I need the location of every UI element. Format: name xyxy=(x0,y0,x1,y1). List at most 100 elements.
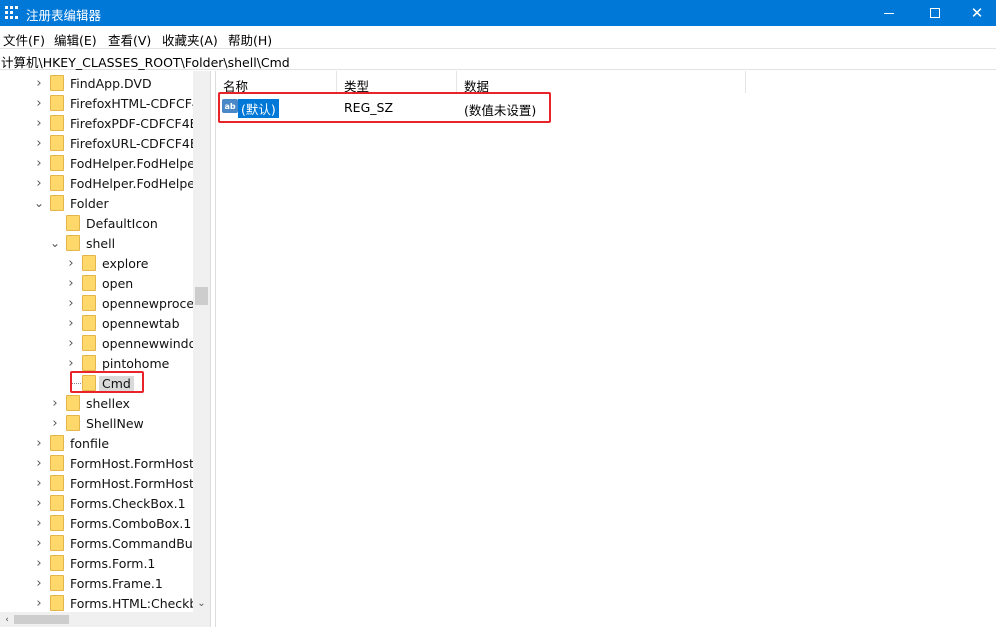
column-header-type[interactable]: 类型 xyxy=(337,71,457,94)
chevron-down-icon[interactable]: ⌄ xyxy=(34,193,44,213)
chevron-right-icon[interactable]: › xyxy=(34,553,44,573)
chevron-down-icon[interactable]: ⌄ xyxy=(50,233,60,253)
chevron-right-icon[interactable]: › xyxy=(34,133,44,153)
chevron-right-icon[interactable]: › xyxy=(34,73,44,93)
scroll-down-arrow-icon[interactable]: ⌄ xyxy=(193,595,210,612)
tree-item-label: pintohome xyxy=(102,356,170,371)
chevron-right-icon[interactable]: › xyxy=(34,533,44,553)
tree-item-label: DefaultIcon xyxy=(86,216,158,231)
scrollbar-thumb[interactable] xyxy=(195,287,208,305)
tree-item-label: Folder xyxy=(70,196,109,211)
chevron-right-icon[interactable]: › xyxy=(34,593,44,613)
tree-item-label: Forms.ComboBox.1 xyxy=(70,516,192,531)
tree-vertical-scrollbar[interactable]: ⌄ xyxy=(193,71,210,612)
chevron-right-icon[interactable]: › xyxy=(34,573,44,593)
tree-item[interactable]: › Forms.HTML:Checkbc xyxy=(0,593,204,613)
folder-icon xyxy=(50,595,64,611)
chevron-right-icon[interactable]: › xyxy=(34,153,44,173)
scroll-left-arrow-icon[interactable]: ‹ xyxy=(0,612,14,627)
chevron-right-icon[interactable]: › xyxy=(34,113,44,133)
menu-view[interactable]: 查看(V) xyxy=(108,30,151,49)
folder-icon xyxy=(82,315,96,331)
tree-item[interactable]: › pintohome xyxy=(0,353,193,373)
minimize-button[interactable] xyxy=(866,0,912,26)
tree-item[interactable]: ⌄ Folder xyxy=(0,193,193,213)
tree-item[interactable]: › Forms.CommandButt xyxy=(0,533,203,553)
tree-item-label: FormHost.FormHost.1 xyxy=(70,476,206,491)
chevron-right-icon[interactable]: › xyxy=(66,353,76,373)
tree-item[interactable]: › Forms.CheckBox.1 xyxy=(0,493,193,513)
address-bar[interactable]: 计算机\HKEY_CLASSES_ROOT\Folder\shell\Cmd xyxy=(0,48,996,70)
folder-icon xyxy=(50,575,64,591)
chevron-right-icon[interactable]: › xyxy=(34,453,44,473)
chevron-right-icon[interactable]: › xyxy=(34,513,44,533)
tree-item-label: opennewtab xyxy=(102,316,180,331)
maximize-icon xyxy=(930,8,940,18)
tree-item[interactable]: › Forms.Frame.1 xyxy=(0,573,193,593)
tree-item[interactable]: › FormHost.FormHost.1 xyxy=(0,473,206,493)
chevron-right-icon[interactable]: › xyxy=(66,313,76,333)
chevron-right-icon[interactable]: › xyxy=(34,473,44,493)
title-bar: 注册表编辑器 ✕ xyxy=(0,0,996,26)
folder-icon xyxy=(50,155,64,171)
tree-item[interactable]: › Forms.ComboBox.1 xyxy=(0,513,193,533)
column-header-data[interactable]: 数据 xyxy=(457,71,746,94)
tree-horizontal-scrollbar[interactable]: ‹ xyxy=(0,612,210,627)
tree-item[interactable]: › opennewwindov xyxy=(0,333,204,353)
chevron-right-icon[interactable]: › xyxy=(50,393,60,413)
folder-icon xyxy=(66,215,80,231)
menu-file[interactable]: 文件(F) xyxy=(3,30,45,49)
tree-item[interactable]: › FirefoxURL-CDFCF4B7 xyxy=(0,133,206,153)
tree-item[interactable]: › Forms.Form.1 xyxy=(0,553,193,573)
tree-item[interactable]: › opennewproces xyxy=(0,293,201,313)
tree-item[interactable]: › opennewtab xyxy=(0,313,193,333)
tree-item[interactable]: DefaultIcon xyxy=(0,213,193,233)
column-header-name[interactable]: 名称 xyxy=(216,71,337,94)
menu-help[interactable]: 帮助(H) xyxy=(228,30,272,49)
folder-icon xyxy=(82,335,96,351)
address-path[interactable]: 计算机\HKEY_CLASSES_ROOT\Folder\shell\Cmd xyxy=(1,52,290,71)
chevron-right-icon[interactable]: › xyxy=(34,93,44,113)
maximize-button[interactable] xyxy=(912,0,958,26)
chevron-right-icon[interactable]: › xyxy=(34,433,44,453)
tree-item[interactable]: › open xyxy=(0,273,193,293)
folder-icon xyxy=(50,75,64,91)
folder-icon xyxy=(50,95,64,111)
folder-icon xyxy=(82,355,96,371)
tree-item[interactable]: › shellex xyxy=(0,393,193,413)
tree-item[interactable]: › FindApp.DVD xyxy=(0,73,193,93)
tree-item[interactable]: › FormHost.FormHost xyxy=(0,453,194,473)
tree-item[interactable]: › explore xyxy=(0,253,193,273)
close-icon: ✕ xyxy=(970,3,984,22)
tree-item[interactable]: › FirefoxHTML-CDFCF4 xyxy=(0,93,200,113)
values-list[interactable]: 名称 类型 数据 ab (默认) REG_SZ (数值未设置) xyxy=(216,71,996,627)
chevron-right-icon[interactable]: › xyxy=(34,493,44,513)
tree-item[interactable]: › FirefoxPDF-CDFCF4B7 xyxy=(0,113,206,133)
menu-favorites[interactable]: 收藏夹(A) xyxy=(162,30,218,49)
tree-item-label: FirefoxPDF-CDFCF4B7 xyxy=(70,116,207,131)
chevron-right-icon[interactable]: › xyxy=(66,293,76,313)
chevron-right-icon[interactable]: › xyxy=(66,253,76,273)
close-button[interactable]: ✕ xyxy=(958,0,996,26)
tree-item[interactable]: › ShellNew xyxy=(0,413,193,433)
tree-item[interactable]: › FodHelper.FodHelper xyxy=(0,153,200,173)
menu-edit[interactable]: 编辑(E) xyxy=(54,30,97,49)
tree-item[interactable]: › fonfile xyxy=(0,433,193,453)
tree-item-label: FormHost.FormHost xyxy=(70,456,194,471)
chevron-right-icon[interactable]: › xyxy=(34,173,44,193)
chevron-right-icon[interactable]: › xyxy=(66,273,76,293)
chevron-right-icon[interactable]: › xyxy=(66,333,76,353)
tree-item[interactable]: › FodHelper.FodHelper xyxy=(0,173,200,193)
tree-item-label: FodHelper.FodHelper xyxy=(70,176,201,191)
scrollbar-thumb[interactable] xyxy=(14,615,69,624)
folder-icon xyxy=(50,455,64,471)
tree-item[interactable]: ⌄ shell xyxy=(0,233,193,253)
folder-icon xyxy=(50,495,64,511)
folder-icon xyxy=(50,135,64,151)
value-highlight-box xyxy=(218,92,551,123)
chevron-right-icon[interactable]: › xyxy=(50,413,60,433)
folder-icon xyxy=(50,555,64,571)
registry-tree[interactable]: › FindApp.DVD › FirefoxHTML-CDFCF4 › FirefoxP… xyxy=(0,71,210,627)
tree-item-label: Forms.Frame.1 xyxy=(70,576,163,591)
tree-item-label: FirefoxHTML-CDFCF4 xyxy=(70,96,200,111)
